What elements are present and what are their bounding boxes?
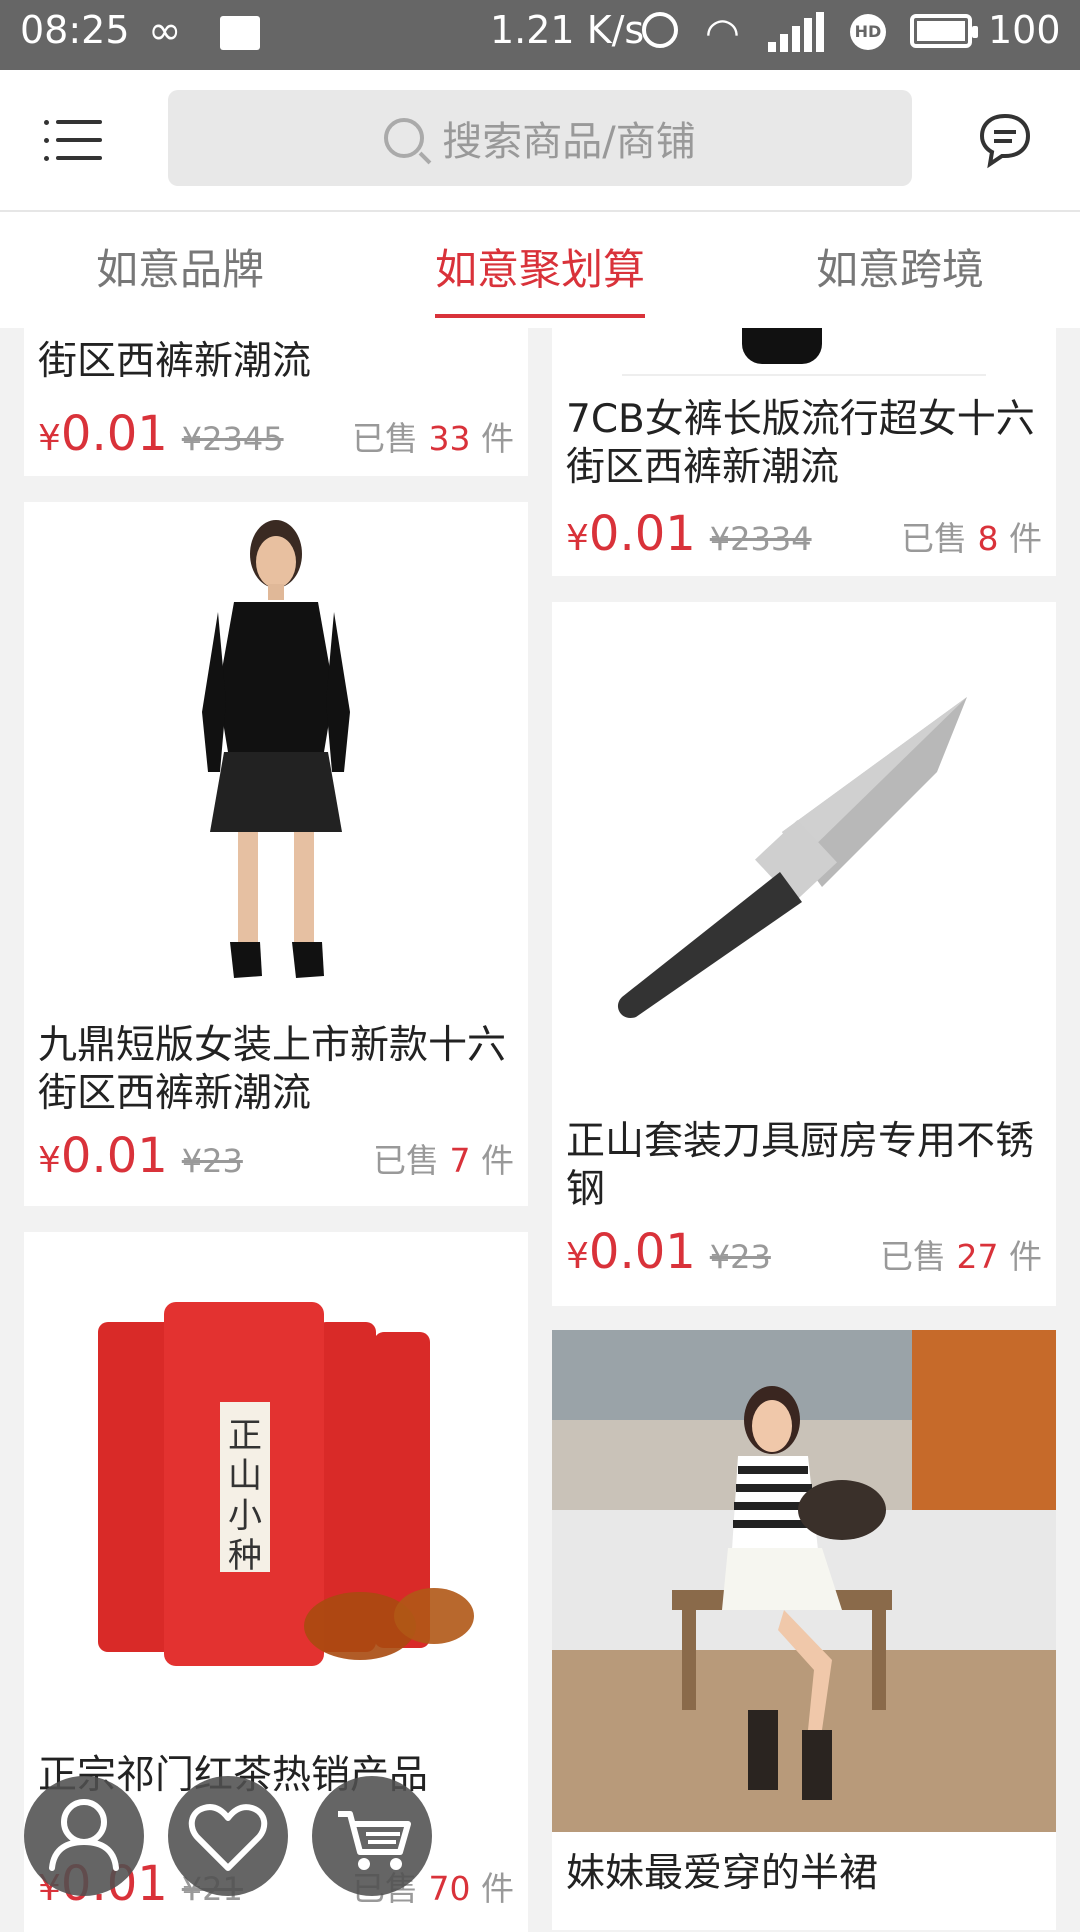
svg-text:山: 山: [228, 1456, 262, 1496]
price-row: ¥0.01 ¥2334 已售 8 件: [566, 506, 1042, 562]
wifi-icon: ◠: [705, 10, 740, 56]
price-row: ¥0.01 ¥2345 已售 33 件: [38, 406, 514, 462]
hd-icon: HD: [850, 14, 886, 50]
price-row: ¥0.01 ¥23 已售 7 件: [38, 1128, 514, 1184]
product-card[interactable]: 正山套装刀具厨房专用不锈钢 ¥0.01 ¥23 已售 27 件: [552, 602, 1056, 1306]
search-placeholder: 搜索商品/商铺: [442, 119, 696, 165]
sold-count: 已售 8 件: [901, 519, 1042, 558]
sold-count: 已售 7 件: [373, 1141, 514, 1180]
svg-text:种: 种: [228, 1536, 262, 1576]
product-title: 妹妹最爱穿的半裙: [566, 1851, 879, 1896]
price-row: ¥0.01 ¥23 已售 27 件: [566, 1224, 1042, 1280]
alarm-icon: [642, 12, 678, 48]
product-image: 正 山 小 种: [98, 1302, 474, 1666]
cart-button[interactable]: [312, 1776, 432, 1896]
favorites-button[interactable]: [168, 1776, 288, 1896]
sold-count: 已售 33 件: [352, 419, 514, 458]
current-price: ¥0.01: [38, 1128, 168, 1184]
profile-button[interactable]: [24, 1776, 144, 1896]
signal-icon: [768, 12, 828, 52]
infinity-icon: ∞: [148, 8, 182, 54]
product-image: [617, 697, 967, 1018]
product-title: 九鼎短版女装上市新款十六街区西裤新潮流: [38, 1023, 507, 1116]
product-card[interactable]: 妹妹最爱穿的半裙: [552, 1330, 1056, 1930]
current-price: ¥0.01: [566, 1224, 696, 1280]
top-bar: 搜索商品/商铺: [0, 70, 1080, 212]
image-notification-icon: [220, 16, 260, 50]
heart-icon: [188, 1804, 268, 1871]
network-speed: 1.21 K/s: [490, 8, 645, 52]
menu-icon[interactable]: [44, 116, 102, 164]
current-price: ¥0.01: [566, 506, 696, 562]
battery-level: 100: [988, 8, 1061, 52]
product-title: 7CB女裤长版流行超女十六街区西裤新潮流: [566, 397, 1035, 490]
product-image: [552, 1330, 1056, 1832]
user-icon: [49, 1799, 119, 1871]
tab-brand[interactable]: 如意品牌: [90, 212, 270, 328]
status-bar: 08:25 ∞ 1.21 K/s ◠ HD 100: [0, 0, 1080, 70]
product-card[interactable]: 街区西裤新潮流 ¥0.01 ¥2345 已售 33 件: [24, 328, 528, 476]
product-card[interactable]: 7CB女裤长版流行超女十六街区西裤新潮流 ¥0.01 ¥2334 已售 8 件: [552, 328, 1056, 576]
svg-text:正: 正: [228, 1416, 262, 1456]
cart-icon: [338, 1811, 411, 1870]
message-icon[interactable]: [978, 110, 1032, 170]
svg-text:小: 小: [228, 1496, 262, 1536]
product-title: 街区西裤新潮流: [38, 339, 312, 384]
original-price: ¥2334: [709, 520, 812, 558]
sold-count: 已售 27 件: [880, 1237, 1042, 1276]
search-icon: [384, 118, 425, 158]
product-title: 正山套装刀具厨房专用不锈钢: [566, 1119, 1035, 1212]
original-price: ¥23: [709, 1238, 771, 1276]
tab-juhuasuan[interactable]: 如意聚划算: [435, 212, 645, 328]
status-time: 08:25: [20, 8, 130, 52]
product-image: [202, 520, 350, 978]
tab-cross-border[interactable]: 如意跨境: [810, 212, 990, 328]
product-image: [742, 328, 822, 364]
search-input[interactable]: 搜索商品/商铺: [168, 90, 912, 186]
product-card[interactable]: 九鼎短版女装上市新款十六街区西裤新潮流 ¥0.01 ¥23 已售 7 件: [24, 502, 528, 1206]
original-price: ¥23: [181, 1142, 243, 1180]
original-price: ¥2345: [181, 420, 284, 458]
current-price: ¥0.01: [38, 406, 168, 462]
battery-icon: [910, 14, 978, 48]
divider: [622, 374, 986, 376]
category-tabs: 如意品牌 如意聚划算 如意跨境: [0, 212, 1080, 328]
